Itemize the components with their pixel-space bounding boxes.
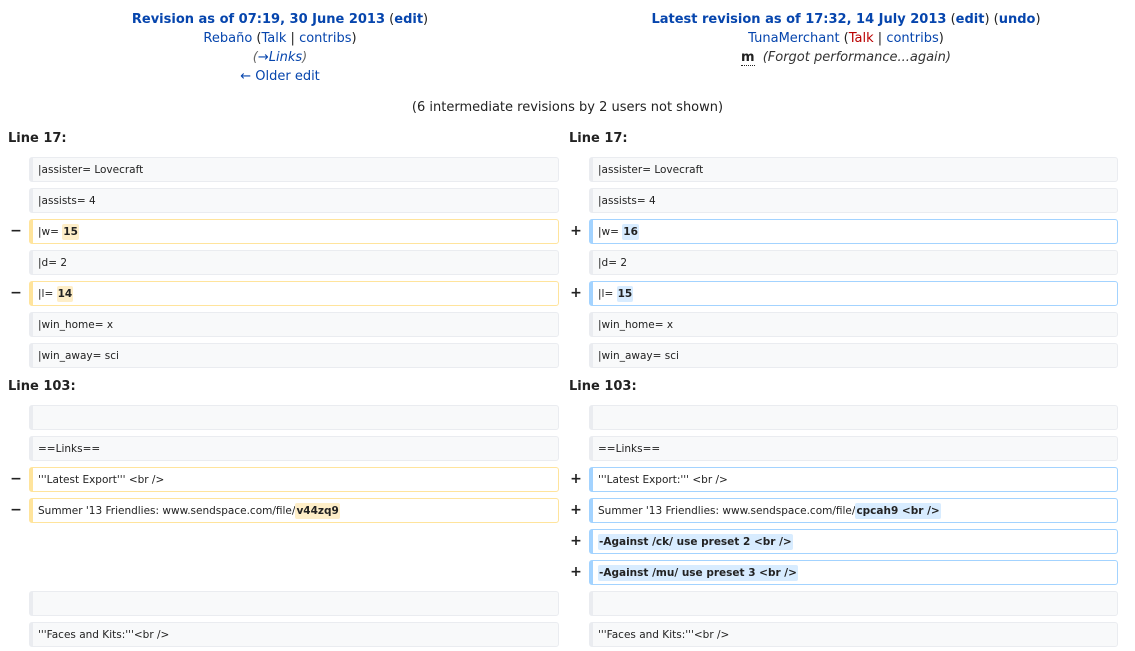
new-revision-contribs-link[interactable]: contribs [886, 31, 938, 46]
added-line-marker: + [570, 223, 582, 239]
added-word: -Against /ck/ use preset 2 <br /> [598, 534, 793, 550]
context-line-right [589, 405, 1118, 430]
added-line: -Against /mu/ use preset 3 <br /> [589, 560, 1118, 585]
context-line-right: ==Links== [589, 436, 1118, 461]
context-line-right: |win_away= sci [589, 343, 1118, 368]
added-line-marker: + [570, 471, 582, 487]
old-revision-title-link[interactable]: Revision as of 07:19, 30 June 2013 [132, 12, 385, 27]
context-line-left: ==Links== [29, 436, 559, 461]
context-line-right: |d= 2 [589, 250, 1118, 275]
deleted-line-text: |w= [38, 226, 63, 238]
deleted-line: |l= 14 [29, 281, 559, 306]
old-revision-header: Revision as of 07:19, 30 June 2013 (edit… [10, 10, 550, 86]
left-line-number: Line 103: [8, 379, 76, 394]
added-word: -Against /mu/ use preset 3 <br /> [598, 565, 798, 581]
added-word: 15 [616, 286, 634, 302]
deleted-word: v44zq9 [295, 503, 340, 519]
older-edit-link[interactable]: ← Older edit [240, 69, 320, 84]
new-revision-header: Latest revision as of 17:32, 14 July 201… [570, 10, 1122, 67]
new-revision-talk-link[interactable]: Talk [849, 31, 874, 46]
undo-link[interactable]: undo [999, 12, 1036, 27]
context-line-left: |win_away= sci [29, 343, 559, 368]
context-line-left [29, 591, 559, 616]
new-revision-summary: m (Forgot performance...again) [570, 48, 1122, 67]
context-line-left: |d= 2 [29, 250, 559, 275]
context-line-right: |win_home= x [589, 312, 1118, 337]
context-line-left [29, 405, 559, 430]
deleted-line-text: Summer '13 Friendlies: www.sendspace.com… [38, 505, 296, 517]
old-revision-talk-link[interactable]: Talk [262, 31, 287, 46]
added-line: Summer '13 Friendlies: www.sendspace.com… [589, 498, 1118, 523]
context-line-left: |win_home= x [29, 312, 559, 337]
old-revision-summary: (→Links) [252, 50, 308, 65]
right-line-number: Line 17: [569, 131, 628, 146]
added-word: cpcah9 <br /> [855, 503, 941, 519]
added-line-marker: + [570, 285, 582, 301]
added-line: -Against /ck/ use preset 2 <br /> [589, 529, 1118, 554]
deleted-line-marker: − [10, 223, 22, 239]
context-line-right: '''Faces and Kits:'''<br /> [589, 622, 1118, 647]
added-line: |w= 16 [589, 219, 1118, 244]
new-revision-title-link[interactable]: Latest revision as of 17:32, 14 July 201… [651, 12, 946, 27]
deleted-line-marker: − [10, 502, 22, 518]
added-line-text: |l= [598, 288, 617, 300]
new-revision-title-line: Latest revision as of 17:32, 14 July 201… [651, 12, 1041, 27]
right-line-number: Line 103: [569, 379, 637, 394]
deleted-word: 14 [56, 286, 74, 302]
context-line-left: '''Faces and Kits:'''<br /> [29, 622, 559, 647]
deleted-word: 15 [62, 224, 79, 240]
new-revision-user-link[interactable]: TunaMerchant [748, 31, 839, 46]
added-line-marker: + [570, 564, 582, 580]
intermediate-revisions-note: (6 intermediate revisions by 2 users not… [411, 100, 724, 115]
deleted-line: |w= 15 [29, 219, 559, 244]
old-revision-user-line: Rebaño (Talk | contribs) [203, 31, 357, 46]
deleted-line-marker: − [10, 285, 22, 301]
deleted-line: '''Latest Export''' <br /> [29, 467, 559, 492]
added-line-marker: + [570, 533, 582, 549]
old-revision-user-link[interactable]: Rebaño [203, 31, 252, 46]
deleted-line-text: |l= [38, 288, 57, 300]
context-line-right [589, 591, 1118, 616]
old-revision-contribs-link[interactable]: contribs [299, 31, 351, 46]
added-line: '''Latest Export:''' <br /> [589, 467, 1118, 492]
context-line-right: |assister= Lovecraft [589, 157, 1118, 182]
added-line-marker: + [570, 502, 582, 518]
old-revision-edit-link[interactable]: edit [394, 12, 423, 27]
section-link[interactable]: →Links [258, 50, 302, 65]
edit-summary: (Forgot performance...again) [762, 50, 951, 65]
old-revision-title-line: Revision as of 07:19, 30 June 2013 (edit… [131, 12, 429, 27]
context-line-left: |assister= Lovecraft [29, 157, 559, 182]
added-word: 16 [622, 224, 639, 240]
added-line: |l= 15 [589, 281, 1118, 306]
added-line-text: |w= [598, 226, 623, 238]
left-line-number: Line 17: [8, 131, 67, 146]
context-line-left: |assists= 4 [29, 188, 559, 213]
deleted-line: Summer '13 Friendlies: www.sendspace.com… [29, 498, 559, 523]
new-revision-user-line: TunaMerchant (Talk | contribs) [748, 31, 944, 46]
minor-edit-marker: m [741, 50, 755, 66]
added-line-text: Summer '13 Friendlies: www.sendspace.com… [598, 505, 856, 517]
new-revision-edit-link[interactable]: edit [956, 12, 985, 27]
deleted-line-marker: − [10, 471, 22, 487]
context-line-right: |assists= 4 [589, 188, 1118, 213]
